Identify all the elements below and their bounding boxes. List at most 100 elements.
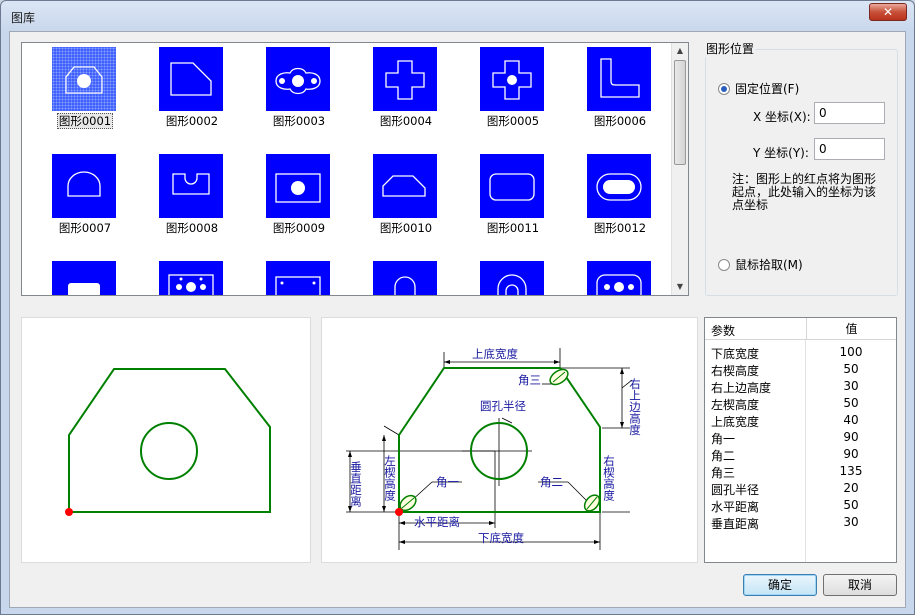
shape-thumbnail[interactable] <box>159 154 223 218</box>
gallery-item[interactable]: 图形0005 <box>468 43 558 133</box>
shape-thumbnail[interactable] <box>480 47 544 111</box>
shape-0007-icon <box>67 171 101 197</box>
fixed-position-radio[interactable]: 固定位置(F) <box>718 80 799 97</box>
table-row[interactable]: 下底宽度 100 <box>705 344 896 361</box>
scroll-up-icon[interactable]: ▲ <box>672 43 688 59</box>
shape-thumbnail[interactable] <box>480 261 544 295</box>
gallery-item-label: 图形0009 <box>272 221 326 235</box>
shape-thumbnail[interactable] <box>587 261 651 295</box>
gallery-item[interactable]: 图形0002 <box>147 43 237 133</box>
gallery-item-label: 图形0012 <box>593 221 647 235</box>
gallery-item[interactable] <box>468 257 558 295</box>
shape-thumbnail[interactable] <box>373 47 437 111</box>
label-right-wedge-height: 右楔高度 <box>602 454 616 502</box>
shape-thumbnail[interactable] <box>266 154 330 218</box>
title-bar[interactable]: 图库 ✕ <box>1 1 914 31</box>
table-row[interactable]: 角三 135 <box>705 463 896 480</box>
label-vertical-distance: 垂直距离 <box>349 461 363 508</box>
table-row[interactable]: 右上边高度 30 <box>705 378 896 395</box>
position-note: 注：图形上的红点将为图形起点，此处输入的坐标为该点坐标 <box>732 172 877 212</box>
params-header-param[interactable]: 参数 <box>711 322 735 339</box>
fixed-position-label: 固定位置(F) <box>735 82 800 96</box>
gallery-item[interactable]: 图形0006 <box>575 43 665 133</box>
gallery-item-label: 图形0007 <box>58 221 112 235</box>
gallery-scrollbar[interactable]: ▲ ▼ <box>671 43 688 295</box>
shape-thumbnail[interactable] <box>373 261 437 295</box>
label-horizontal-distance: 水平距离 <box>414 515 460 529</box>
gallery-item[interactable]: 图形0011 <box>468 150 558 240</box>
window-title: 图库 <box>11 11 36 25</box>
table-row[interactable]: 角二 90 <box>705 446 896 463</box>
label-bottom-width: 下底宽度 <box>478 531 524 545</box>
cancel-button[interactable]: 取消 <box>823 574 897 596</box>
table-row[interactable]: 上底宽度 40 <box>705 412 896 429</box>
shape-thumbnail[interactable] <box>159 47 223 111</box>
label-top-width: 上底宽度 <box>472 347 518 361</box>
gallery-item[interactable]: 图形0003 <box>254 43 344 133</box>
shape-preview <box>21 317 311 563</box>
gallery-item-label: 图形0008 <box>165 221 219 235</box>
shape-thumbnail[interactable] <box>266 47 330 111</box>
dimension-diagram-drawing: 上底宽度 角三 圆孔半径 角一 角二 水平距离 下底宽度 右上边高度 右楔高度 … <box>346 347 642 550</box>
label-left-wedge-height: 左楔高度 <box>383 454 397 502</box>
gallery-item-label: 图形0004 <box>379 114 433 128</box>
shape-thumbnail[interactable] <box>52 47 116 111</box>
shape-thumbnail[interactable] <box>587 154 651 218</box>
shape-0006-icon <box>600 58 640 98</box>
shape-0011-icon <box>489 173 535 201</box>
shape-thumbnail[interactable] <box>159 261 223 295</box>
gallery-item[interactable]: 图形0009 <box>254 150 344 240</box>
gallery-item[interactable] <box>40 257 130 295</box>
gallery-item[interactable] <box>254 257 344 295</box>
table-row[interactable]: 左楔高度 50 <box>705 395 896 412</box>
gallery-item[interactable]: 图形0007 <box>40 150 130 240</box>
gallery-item[interactable]: 图形0001 <box>40 43 130 133</box>
y-coord-label: Y 坐标(Y): <box>753 146 809 160</box>
table-row[interactable]: 水平距离 50 <box>705 497 896 514</box>
shape-thumbnail[interactable] <box>52 261 116 295</box>
radio-unchecked-icon[interactable] <box>718 258 730 271</box>
shape-0001-icon <box>65 66 103 94</box>
gallery-item-label: 图形0002 <box>165 114 219 128</box>
dialog-window: 图库 ✕ 图形0001 图形0002 图形0003 图形0004 图形0005 … <box>0 0 915 615</box>
gallery-item[interactable] <box>361 257 451 295</box>
shape-thumbnail[interactable] <box>266 261 330 295</box>
scroll-down-icon[interactable]: ▼ <box>672 279 688 295</box>
gallery-item-label: 图形0001 <box>56 113 114 129</box>
mouse-pick-radio[interactable]: 鼠标拾取(M) <box>718 256 803 273</box>
radio-checked-icon[interactable] <box>718 82 730 95</box>
gallery-item[interactable]: 图形0004 <box>361 43 451 133</box>
shape-0012-icon <box>596 173 642 201</box>
table-row[interactable]: 角一 90 <box>705 429 896 446</box>
gallery-item[interactable]: 图形0012 <box>575 150 665 240</box>
origin-point-icon <box>65 508 73 516</box>
dialog-client: 图形0001 图形0002 图形0003 图形0004 图形0005 图形000… <box>9 31 906 608</box>
shape-0010-icon <box>382 175 426 197</box>
x-coord-input[interactable] <box>814 102 885 124</box>
y-coord-input[interactable] <box>814 138 885 160</box>
params-header-value[interactable]: 值 <box>806 318 896 340</box>
shape-thumbnail[interactable] <box>587 47 651 111</box>
table-row[interactable]: 圆孔半径 20 <box>705 480 896 497</box>
shape-thumbnail[interactable] <box>373 154 437 218</box>
shape-0015-icon <box>275 276 321 295</box>
gallery-item[interactable] <box>575 257 665 295</box>
x-coord-label: X 坐标(X): <box>753 110 811 124</box>
label-angle1: 角一 <box>436 475 459 489</box>
shape-0005-icon <box>492 60 532 100</box>
shape-0017-icon <box>497 274 527 295</box>
ok-button[interactable]: 确定 <box>743 574 817 596</box>
gallery-item[interactable] <box>147 257 237 295</box>
table-row[interactable]: 垂直距离 30 <box>705 514 896 531</box>
mouse-pick-label: 鼠标拾取(M) <box>735 258 803 272</box>
scroll-thumb[interactable] <box>674 60 686 165</box>
shape-0008-icon <box>172 173 210 195</box>
close-button[interactable]: ✕ <box>869 3 907 21</box>
shape-0018-icon <box>596 274 642 295</box>
table-row[interactable]: 右楔高度 50 <box>705 361 896 378</box>
shape-thumbnail[interactable] <box>480 154 544 218</box>
diagram-origin-icon <box>395 508 403 516</box>
shape-thumbnail[interactable] <box>52 154 116 218</box>
gallery-item[interactable]: 图形0010 <box>361 150 451 240</box>
gallery-item[interactable]: 图形0008 <box>147 150 237 240</box>
